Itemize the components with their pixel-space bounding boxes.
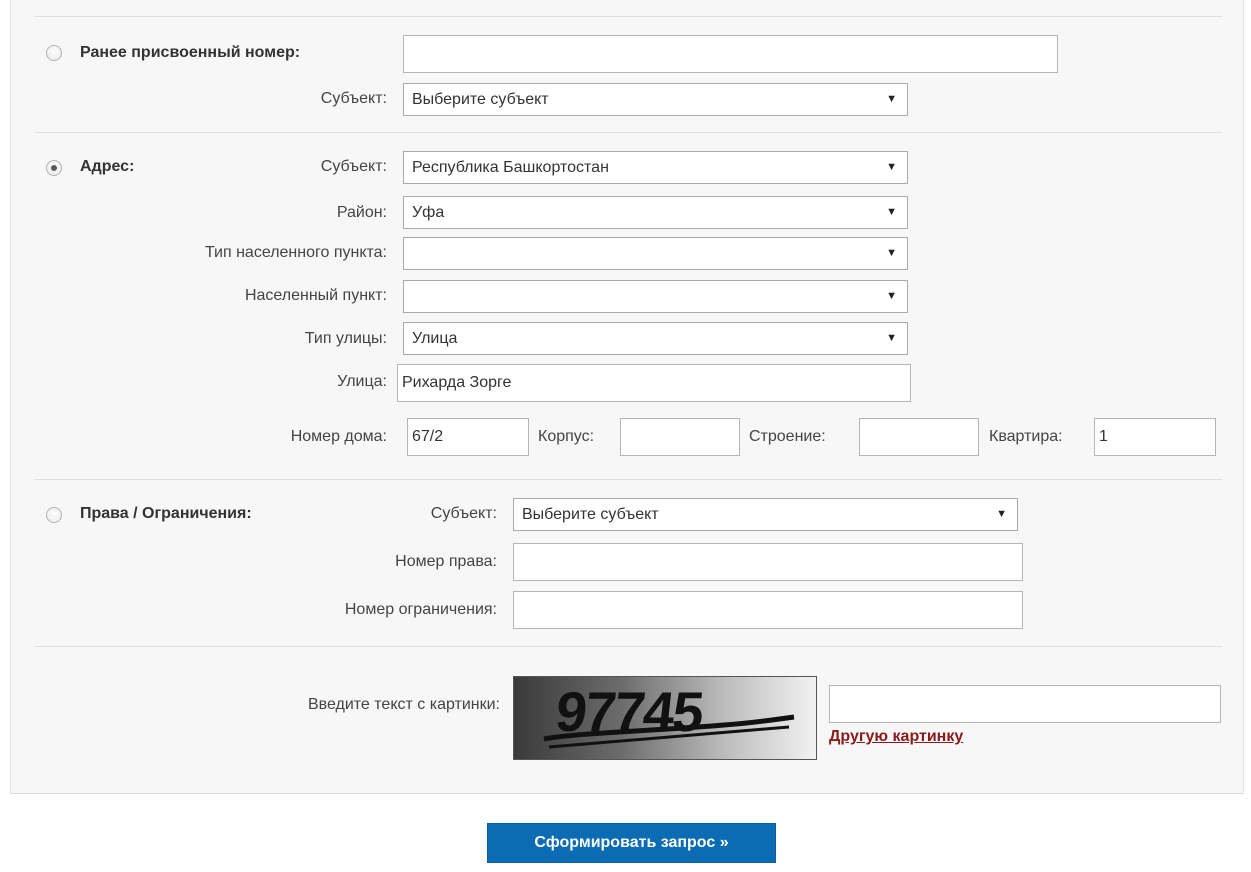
rights-subject-label: Субъект: — [430, 505, 497, 522]
chevron-down-icon: ▼ — [886, 290, 897, 302]
prev-number-subject-select[interactable]: Выберите субъект ▼ — [403, 83, 908, 116]
prev-number-subject-value: Выберите субъект — [412, 91, 549, 108]
address-locality-type-label: Тип населенного пункта: — [204, 244, 387, 261]
address-apartment-input[interactable] — [1094, 418, 1216, 456]
chevron-down-icon: ▼ — [886, 247, 897, 259]
address-street-type-value: Улица — [412, 330, 458, 347]
address-locality-type-select[interactable]: ▼ — [403, 237, 908, 270]
address-locality-label: Населенный пункт: — [244, 287, 387, 304]
restriction-number-input[interactable] — [513, 591, 1023, 629]
divider-top — [35, 16, 1222, 17]
rights-number-input[interactable] — [513, 543, 1023, 581]
section-title-prev-number: Ранее присвоенный номер: — [80, 44, 301, 61]
prev-number-subject-label: Субъект: — [320, 90, 387, 107]
address-district-value: Уфа — [412, 204, 445, 221]
captcha-input[interactable] — [829, 685, 1221, 723]
captcha-image: 97745 — [513, 676, 817, 760]
captcha-refresh-link[interactable]: Другую картинку — [829, 727, 963, 747]
radio-prev-number[interactable] — [46, 45, 62, 61]
address-locality-select[interactable]: ▼ — [403, 280, 908, 313]
address-street-type-select[interactable]: Улица ▼ — [403, 322, 908, 355]
address-house-label: Номер дома: — [290, 428, 387, 445]
rights-subject-value: Выберите субъект — [522, 506, 659, 523]
radio-address[interactable] — [46, 160, 62, 176]
prev-number-input[interactable] — [403, 35, 1058, 73]
divider-rights — [35, 479, 1222, 480]
radio-rights[interactable] — [46, 507, 62, 523]
rights-number-label: Номер права: — [395, 553, 497, 570]
address-subject-value: Республика Башкортостан — [412, 159, 609, 176]
address-street-input[interactable] — [397, 364, 911, 402]
rights-subject-select[interactable]: Выберите субъект ▼ — [513, 498, 1018, 531]
address-district-label: Район: — [336, 204, 387, 221]
chevron-down-icon: ▼ — [886, 332, 897, 344]
address-street-type-label: Тип улицы: — [304, 330, 387, 347]
chevron-down-icon: ▼ — [886, 206, 897, 218]
address-subject-select[interactable]: Республика Башкортостан ▼ — [403, 151, 908, 184]
captcha-label: Введите текст с картинки: — [307, 696, 500, 713]
section-title-address: Адрес: — [80, 158, 135, 175]
section-title-rights: Права / Ограничения: — [80, 505, 252, 522]
address-district-select[interactable]: Уфа ▼ — [403, 196, 908, 229]
address-street-label: Улица: — [337, 373, 387, 390]
chevron-down-icon: ▼ — [996, 508, 1007, 520]
submit-request-button[interactable]: Сформировать запрос » — [487, 823, 776, 863]
restriction-number-label: Номер ограничения: — [344, 601, 497, 618]
divider-address — [35, 132, 1222, 133]
address-subject-label: Субъект: — [320, 158, 387, 175]
address-house-input[interactable] — [407, 418, 529, 456]
address-building-input[interactable] — [620, 418, 740, 456]
chevron-down-icon: ▼ — [886, 93, 897, 105]
address-building-label: Корпус: — [538, 428, 595, 445]
address-structure-input[interactable] — [859, 418, 979, 456]
chevron-down-icon: ▼ — [886, 161, 897, 173]
captcha-noise-lines — [543, 714, 795, 749]
divider-captcha — [35, 646, 1222, 647]
address-structure-label: Строение: — [749, 428, 826, 445]
address-apartment-label: Квартира: — [989, 428, 1063, 445]
